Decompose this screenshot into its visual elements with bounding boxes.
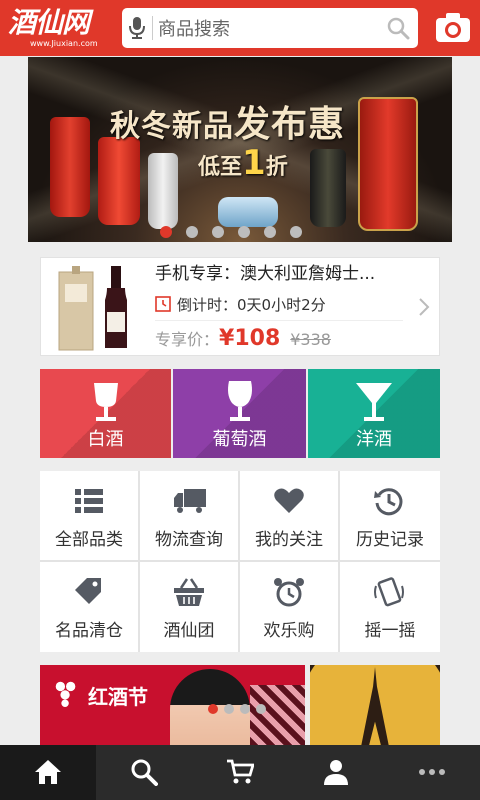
promo-dots [208,699,266,718]
chevron-right-icon[interactable] [417,296,431,318]
shortcut-favorites[interactable]: 我的关注 [240,471,338,560]
paris-promo-banner[interactable] [310,665,440,745]
deal-price-row: 专享价：¥108 ¥338 [155,324,331,355]
shortcut-label: 全部品类 [55,530,123,550]
shortcut-label: 名品清仓 [55,621,123,641]
more-icon [419,769,445,775]
deal-product-name: 手机专享：澳大利亚詹姆士... [155,264,376,284]
carousel-dot[interactable] [238,226,250,238]
cocktail-glass-icon [356,383,392,421]
white-bottle [148,153,178,229]
eiffel-tower-icon [361,667,389,745]
banner-sub-a: 低至 [198,155,243,180]
jiuxian-logo[interactable]: 酒仙网 www.Jiuxian.com [8,6,112,48]
carousel-dot[interactable] [290,226,302,238]
tab-home[interactable] [0,745,96,800]
dark-bottle [310,149,346,227]
shortcut-label: 物流查询 [155,530,223,550]
banner-subline: 低至1折 [198,143,288,183]
deal-countdown: 倒计时：0天0小时2分 [155,294,326,316]
deal-separator [155,320,403,321]
search-input[interactable] [156,14,380,44]
alarm-clock-icon [274,578,304,607]
shortcut-happy-buy[interactable]: 欢乐购 [240,562,338,652]
truck-icon [174,489,206,513]
shortcut-all-categories[interactable]: 全部品类 [40,471,138,560]
red-gold-bottle [358,97,418,231]
shortcut-shake[interactable]: 摇一摇 [340,562,440,652]
category-label: 白酒 [87,429,124,450]
carousel-dot[interactable] [160,226,172,238]
tab-search[interactable] [96,745,192,800]
banner-sub-num: 1 [242,143,266,183]
shortcut-logistics[interactable]: 物流查询 [140,471,238,560]
cart-icon [227,759,254,784]
tab-account[interactable] [288,745,384,800]
carousel-dot[interactable] [186,226,198,238]
shortcut-label: 摇一摇 [364,621,416,641]
red-bottle-mid [98,137,140,225]
grape-icon [55,681,76,707]
search-icon [131,759,158,786]
category-label: 葡萄酒 [212,429,267,450]
carousel-dot[interactable] [264,226,276,238]
shake-phone-icon [374,577,404,607]
banner-headline-b: 发布惠 [234,103,346,145]
tab-more[interactable] [384,745,480,800]
banner-sub-b: 折 [265,155,288,180]
search-icon[interactable] [386,16,410,40]
blue-gift-box [218,197,278,227]
shortcut-label: 酒仙团 [163,621,215,641]
banner-headline: 秋冬新品发布惠 [110,95,345,147]
shortcut-label: 历史记录 [356,530,424,550]
shortcut-label: 欢乐购 [263,621,315,641]
wine-glass-icon [93,383,118,421]
countdown-label: 倒计时： [177,296,238,314]
logo-text: 酒仙网 [8,6,90,39]
category-foreign-liquor[interactable]: 洋酒 [308,369,440,458]
category-label: 洋酒 [356,429,392,450]
shortcut-group-buy[interactable]: 酒仙团 [140,562,238,652]
search-divider [152,16,153,40]
home-icon [35,760,61,784]
carousel-dot[interactable] [212,226,224,238]
red-bottle-left [50,117,90,217]
countdown-clock-icon [155,296,171,312]
countdown-value: 0天0小时2分 [237,296,326,314]
original-price: ¥338 [290,330,331,349]
shortcut-history[interactable]: 历史记录 [340,471,440,560]
shortcut-grid: 全部品类 物流查询 我的关注 历史记录 名品清仓 酒仙团 欢乐购 摇一摇 [40,471,440,652]
mobile-deal-card[interactable]: 手机专享：澳大利亚詹姆士... 倒计时：0天0小时2分 专享价：¥108 ¥338 [40,257,440,356]
category-wine[interactable]: 葡萄酒 [173,369,306,458]
category-baijiu[interactable]: 白酒 [40,369,171,458]
carousel-dots [160,226,316,238]
top-bar: 酒仙网 www.Jiuxian.com [0,0,480,56]
search-box[interactable] [122,8,418,48]
history-icon [374,488,403,516]
heart-icon [274,488,304,513]
wine-product-image [58,266,127,351]
red-wine-festival-banner[interactable]: 红酒节 [40,665,305,745]
deal-price: ¥108 [219,326,281,351]
bottom-tab-bar [0,745,480,800]
user-icon [324,760,348,785]
shortcut-label: 我的关注 [255,530,323,550]
shortcut-clearance[interactable]: 名品清仓 [40,562,138,652]
camera-icon[interactable] [434,10,472,46]
logo-url: www.Jiuxian.com [30,39,98,48]
red-wine-glass-icon [227,381,252,421]
banner-headline-a: 秋冬新品 [110,109,234,144]
promo-banner[interactable]: 秋冬新品发布惠 低至1折 [28,57,452,242]
price-label: 专享价： [155,330,220,349]
red-wine-festival-title: 红酒节 [88,685,148,709]
tab-cart[interactable] [192,745,288,800]
basket-icon [174,578,204,606]
list-icon [75,489,103,513]
tag-icon [75,578,101,604]
microphone-icon[interactable] [128,16,146,40]
